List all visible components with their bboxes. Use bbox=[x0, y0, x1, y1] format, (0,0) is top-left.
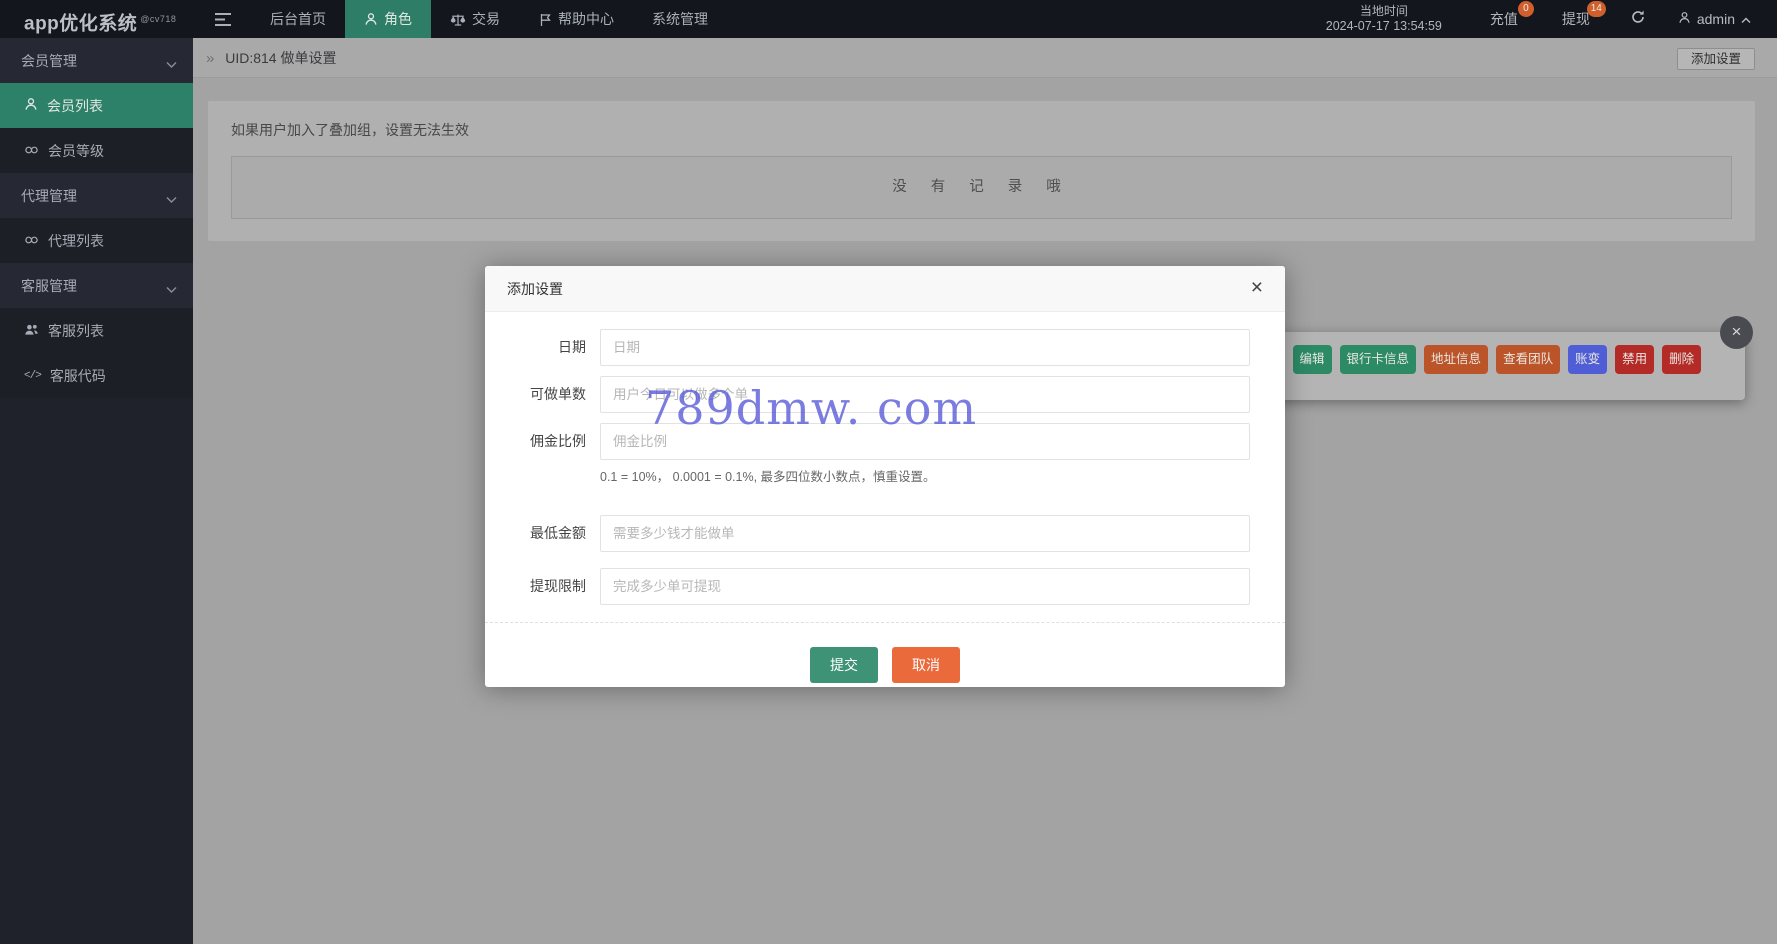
add-setting-button[interactable]: 添加设置 bbox=[1676, 48, 1755, 70]
sidebar-item-support-list[interactable]: 客服列表 bbox=[0, 308, 193, 353]
sidebar-group-agent-mgmt[interactable]: 代理管理 bbox=[0, 173, 193, 218]
user-icon bbox=[1678, 11, 1691, 27]
view-team-button[interactable]: 查看团队 bbox=[1496, 345, 1561, 374]
order-count-label: 可做单数 bbox=[530, 386, 586, 402]
app-logo: app优化系统 @cv718 bbox=[24, 13, 177, 35]
cancel-button[interactable]: 取消 bbox=[892, 647, 960, 683]
date-label: 日期 bbox=[558, 339, 586, 355]
scales-icon bbox=[450, 12, 466, 27]
recharge-button[interactable]: 充值 0 bbox=[1468, 0, 1540, 38]
add-setting-modal: 添加设置 × 日期 可做单数 佣金比例 0.1 = 10%， 0.0001 = … bbox=[485, 266, 1285, 687]
submit-button[interactable]: 提交 bbox=[810, 647, 878, 683]
date-input[interactable] bbox=[600, 329, 1250, 366]
withdraw-button[interactable]: 提现 14 bbox=[1540, 0, 1612, 38]
link-icon bbox=[24, 233, 39, 249]
page-title: UID:814 做单设置 bbox=[225, 50, 337, 66]
breadcrumb-bar: » UID:814 做单设置 添加设置 bbox=[193, 38, 1777, 78]
address-info-button[interactable]: 地址信息 bbox=[1424, 345, 1489, 374]
min-amount-label: 最低金额 bbox=[530, 525, 586, 541]
nav-item-roles[interactable]: 角色 bbox=[345, 0, 431, 38]
nav-item-dashboard[interactable]: 后台首页 bbox=[251, 0, 345, 38]
person-icon bbox=[24, 97, 38, 114]
nav-item-system[interactable]: 系统管理 bbox=[633, 0, 727, 38]
modal-header: 添加设置 × bbox=[485, 266, 1285, 312]
person-icon bbox=[364, 12, 378, 26]
sidebar-item-member-list[interactable]: 会员列表 bbox=[0, 83, 193, 128]
bank-card-info-button[interactable]: 银行卡信息 bbox=[1339, 345, 1417, 374]
commission-rate-input[interactable] bbox=[600, 423, 1250, 460]
sidebar-group-member-mgmt[interactable]: 会员管理 bbox=[0, 38, 193, 83]
modal-close-icon[interactable]: × bbox=[1246, 266, 1268, 312]
chevron-down-icon bbox=[166, 281, 177, 297]
empty-records-box: 没 有 记 录 哦 bbox=[231, 156, 1732, 219]
caret-up-icon bbox=[1741, 11, 1751, 27]
logo-badge: @cv718 bbox=[140, 14, 177, 24]
link-icon bbox=[24, 143, 39, 159]
admin-menu[interactable]: admin bbox=[1664, 0, 1769, 38]
chevron-down-icon bbox=[166, 191, 177, 207]
menu-toggle-button[interactable] bbox=[196, 0, 251, 38]
nav-item-trade[interactable]: 交易 bbox=[431, 0, 519, 38]
chevron-down-icon bbox=[166, 56, 177, 72]
navbar: app优化系统 @cv718 后台首页 角色 交易 帮助中心 系统管理 当地时间… bbox=[0, 0, 1777, 38]
panel-close-icon[interactable]: × bbox=[1720, 316, 1753, 349]
notice-text: 如果用户加入了叠加组，设置无法生效 bbox=[231, 122, 469, 138]
order-count-input[interactable] bbox=[600, 376, 1250, 413]
sidebar: 会员管理 会员列表 会员等级 代理管理 代理列表 客服管理 客服列表 </> 客… bbox=[0, 38, 193, 944]
edit-button[interactable]: 编辑 bbox=[1292, 345, 1332, 374]
sidebar-item-support-code[interactable]: </> 客服代码 bbox=[0, 353, 193, 398]
refresh-icon bbox=[1630, 9, 1646, 30]
delete-button[interactable]: 删除 bbox=[1662, 345, 1702, 374]
commission-help-text: 0.1 = 10%， 0.0001 = 0.1%, 最多四位数小数点，慎重设置。 bbox=[600, 470, 936, 484]
withdraw-badge: 14 bbox=[1586, 1, 1606, 17]
commission-rate-label: 佣金比例 bbox=[530, 433, 586, 449]
sidebar-item-agent-list[interactable]: 代理列表 bbox=[0, 218, 193, 263]
withdraw-limit-input[interactable] bbox=[600, 568, 1250, 605]
sidebar-group-support-mgmt[interactable]: 客服管理 bbox=[0, 263, 193, 308]
balance-change-button[interactable]: 账变 bbox=[1568, 345, 1608, 374]
breadcrumb: » UID:814 做单设置 bbox=[206, 38, 336, 78]
withdraw-limit-label: 提现限制 bbox=[530, 578, 586, 594]
min-amount-input[interactable] bbox=[600, 515, 1250, 552]
modal-title: 添加设置 bbox=[507, 281, 563, 297]
settings-card: 如果用户加入了叠加组，设置无法生效 没 有 记 录 哦 bbox=[208, 101, 1755, 241]
double-angle-icon: » bbox=[206, 50, 215, 67]
screen: app优化系统 @cv718 后台首页 角色 交易 帮助中心 系统管理 当地时间… bbox=[0, 0, 1777, 944]
nav-item-help-center[interactable]: 帮助中心 bbox=[519, 0, 633, 38]
disable-button[interactable]: 禁用 bbox=[1615, 345, 1655, 374]
flag-icon bbox=[538, 12, 552, 27]
refresh-button[interactable] bbox=[1612, 0, 1664, 38]
local-time: 当地时间 2024-07-17 13:54:59 bbox=[1325, 4, 1442, 33]
recharge-badge: 0 bbox=[1517, 1, 1534, 17]
hamburger-icon bbox=[215, 12, 232, 27]
users-icon bbox=[24, 323, 39, 339]
code-icon: </> bbox=[24, 369, 42, 382]
sidebar-item-member-level[interactable]: 会员等级 bbox=[0, 128, 193, 173]
